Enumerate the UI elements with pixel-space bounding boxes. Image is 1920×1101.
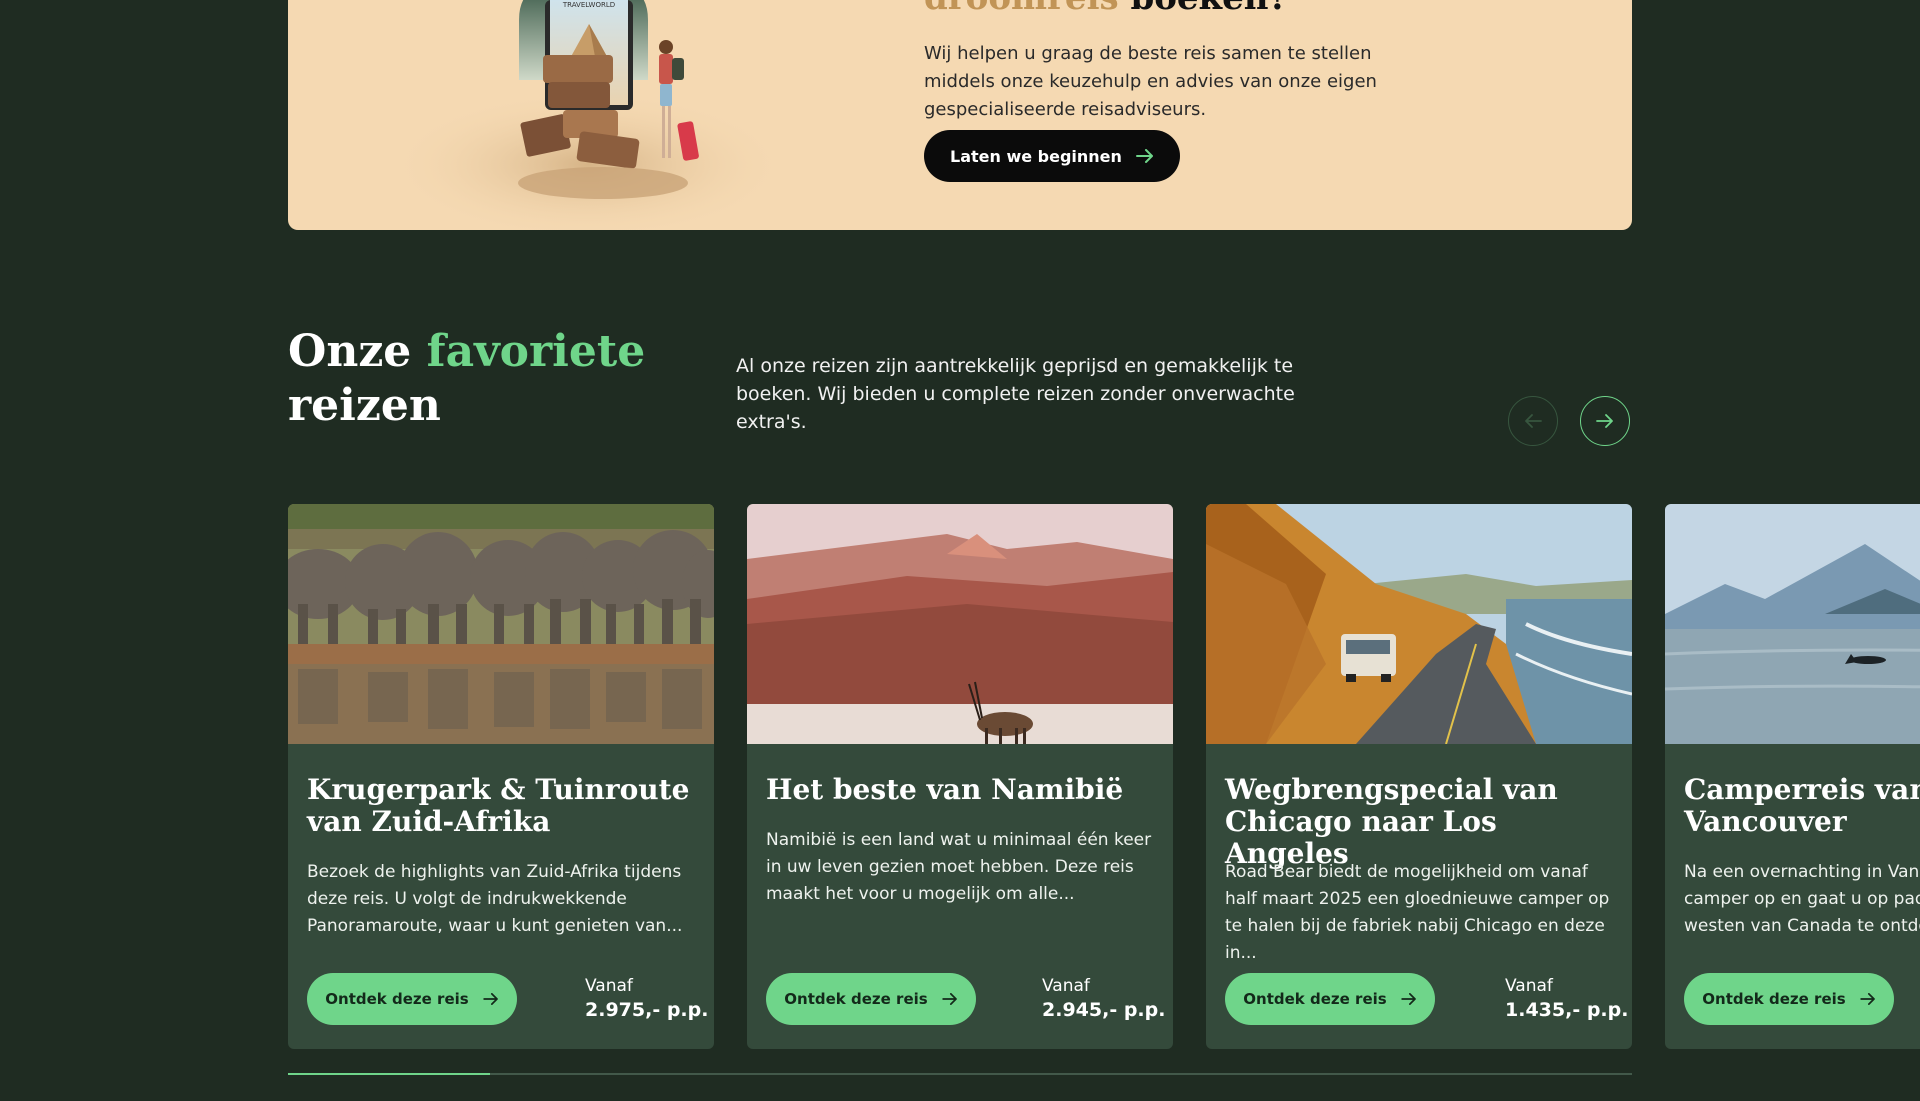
carousel-progress-track[interactable] (288, 1073, 1632, 1075)
price-prefix: Vanaf (1042, 976, 1090, 996)
discover-trip-button-label: Ontdek deze reis (1243, 990, 1387, 1008)
arrow-right-icon (941, 993, 957, 1005)
discover-trip-button-label: Ontdek deze reis (784, 990, 928, 1008)
promo-headline-accent: droomreis (924, 0, 1119, 18)
discover-trip-button[interactable]: Ontdek deze reis (766, 973, 976, 1025)
coastal-road-image (1206, 504, 1632, 744)
promo-headline-rest: boeken? (1130, 0, 1288, 18)
carousel-progress-fill (288, 1073, 490, 1075)
start-button-label: Laten we beginnen (950, 146, 1122, 166)
trip-carousel: Krugerpark & Tuinroute van Zuid-Afrika B… (288, 504, 1920, 1050)
trip-card[interactable]: Krugerpark & Tuinroute van Zuid-Afrika B… (288, 504, 714, 1049)
discover-trip-button-label: Ontdek deze reis (325, 990, 469, 1008)
price-amount: 1.435,- p.p. (1505, 999, 1629, 1021)
vancouver-whale-image (1665, 504, 1920, 744)
section-title-part1: Onze (288, 326, 412, 377)
discover-trip-button[interactable]: Ontdek deze reis (307, 973, 517, 1025)
card-title: Krugerpark & Tuinroute van Zuid-Afrika (307, 773, 690, 838)
section-intro: Al onze reizen zijn aantrekkelijk geprij… (736, 355, 1295, 433)
card-description: Namibië is een land wat u minimaal één k… (766, 830, 1152, 904)
trip-card[interactable]: Camperreis vanuit Vancouver Na een overn… (1665, 504, 1920, 1049)
section-title: Onze favoriete reizen (288, 325, 688, 433)
card-title: Wegbrengspecial van Chicago naar Los Ang… (1225, 773, 1558, 870)
phone-screen-label: TRAVELWORLD (562, 1, 615, 9)
price-amount: 2.945,- p.p. (1042, 999, 1166, 1021)
card-description: Road Bear biedt de mogelijkheid om vanaf… (1225, 862, 1610, 963)
carousel-next-button[interactable] (1580, 396, 1630, 446)
trip-card[interactable]: Het beste van Namibië Namibië is een lan… (747, 504, 1173, 1049)
discover-trip-button-label: Ontdek deze reis (1702, 990, 1846, 1008)
promo-headline: droomreis boeken? (924, 0, 1288, 18)
arrow-right-icon (1135, 149, 1153, 163)
card-title: Camperreis vanuit Vancouver (1684, 773, 1920, 838)
card-description: Bezoek de highlights van Zuid-Afrika tij… (307, 862, 683, 936)
section-title-part2: reizen (288, 380, 441, 431)
arrow-right-icon (1859, 993, 1875, 1005)
promo-text: Wij helpen u graag de beste reis samen t… (924, 43, 1377, 120)
discover-trip-button[interactable]: Ontdek deze reis (1684, 973, 1894, 1025)
carousel-prev-button[interactable] (1508, 396, 1558, 446)
card-description: Na een overnachting in Vancouver haalt u… (1684, 862, 1920, 936)
elephants-image (288, 504, 714, 744)
price-amount: 2.975,- p.p. (585, 999, 709, 1021)
price-prefix: Vanaf (1505, 976, 1553, 996)
namibia-dunes-image (747, 504, 1173, 744)
card-price: Vanaf 2.945,- p.p. (1042, 975, 1166, 1023)
trip-card[interactable]: Wegbrengspecial van Chicago naar Los Ang… (1206, 504, 1632, 1049)
arrow-left-icon (1525, 414, 1542, 428)
discover-trip-button[interactable]: Ontdek deze reis (1225, 973, 1435, 1025)
arrow-right-icon (482, 993, 498, 1005)
arrow-right-icon (1596, 414, 1613, 428)
arrow-right-icon (1400, 993, 1416, 1005)
promo-illustration: TRAVELWORLD (388, 0, 788, 230)
promo-banner: TRAVELWORLD droomreis boeken? Wij helpen… (288, 0, 1632, 230)
price-prefix: Vanaf (585, 976, 633, 996)
section-title-accent: favoriete (426, 326, 646, 377)
card-price: Vanaf 2.975,- p.p. (585, 975, 709, 1023)
card-price: Vanaf 1.435,- p.p. (1505, 975, 1629, 1023)
start-button[interactable]: Laten we beginnen (924, 130, 1180, 182)
card-title: Het beste van Namibië (766, 773, 1124, 806)
